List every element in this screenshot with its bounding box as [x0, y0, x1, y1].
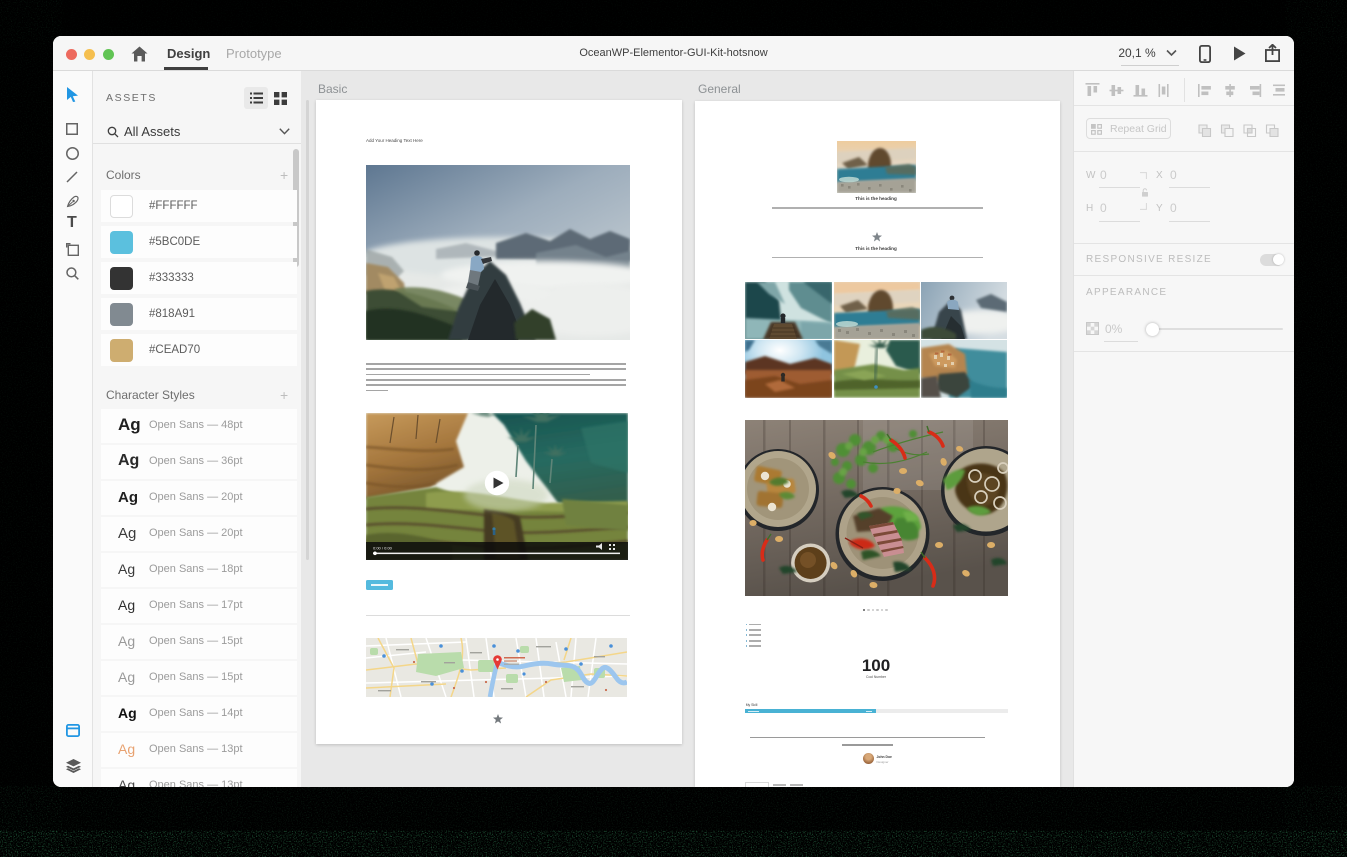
svg-text:0:00 / 0:00: 0:00 / 0:00: [373, 546, 393, 551]
